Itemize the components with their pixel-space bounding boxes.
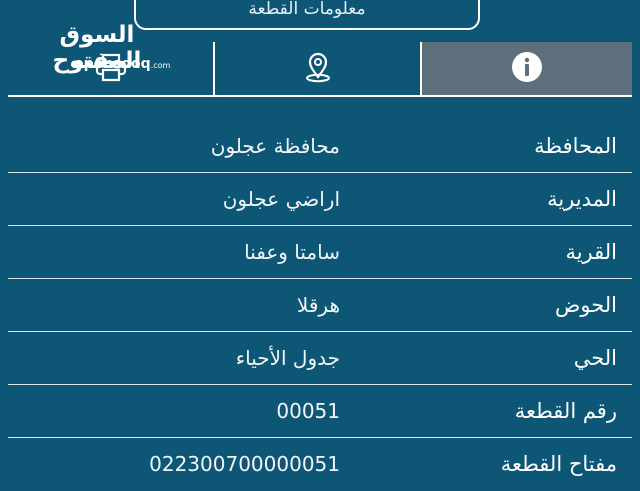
row-label: الحوض	[554, 293, 617, 317]
row-value: سامتا وعفنا	[244, 240, 340, 264]
row-value: 00051	[276, 399, 340, 423]
tabs-divider	[8, 95, 632, 97]
tab-print[interactable]	[8, 42, 215, 96]
detail-row-parcel-key: مفتاح القطعة 022300700000051	[8, 438, 632, 491]
tab-info[interactable]	[422, 42, 632, 96]
row-label: المحافظة	[534, 134, 617, 158]
row-value: اراضي عجلون	[222, 187, 340, 211]
row-value: جدول الأحياء	[235, 346, 340, 370]
detail-row-governorate: المحافظة محافظة عجلون	[8, 120, 632, 173]
row-label: الحي	[573, 346, 617, 370]
row-value: محافظة عجلون	[210, 134, 340, 158]
detail-tabs	[8, 42, 632, 96]
detail-row-neighborhood: الحي جدول الأحياء	[8, 332, 632, 385]
row-label: القرية	[565, 240, 617, 264]
section-title: معلومات القطعة	[134, 0, 480, 30]
row-label: رقم القطعة	[514, 399, 617, 423]
info-icon	[510, 50, 544, 88]
parcel-details-list: المحافظة محافظة عجلون المديرية اراضي عجل…	[8, 120, 632, 491]
location-pin-icon	[303, 51, 333, 87]
detail-row-village: القرية سامتا وعفنا	[8, 226, 632, 279]
section-title-text: معلومات القطعة	[248, 0, 366, 19]
row-value: 022300700000051	[149, 452, 340, 476]
detail-row-directorate: المديرية اراضي عجلون	[8, 173, 632, 226]
detail-row-basin: الحوض هرقلا	[8, 279, 632, 332]
tab-location[interactable]	[215, 42, 422, 96]
row-label: المديرية	[547, 187, 617, 211]
detail-row-parcel-number: رقم القطعة 00051	[8, 385, 632, 438]
printer-icon	[94, 52, 128, 86]
row-value: هرقلا	[296, 293, 340, 317]
row-label: مفتاح القطعة	[500, 452, 617, 476]
